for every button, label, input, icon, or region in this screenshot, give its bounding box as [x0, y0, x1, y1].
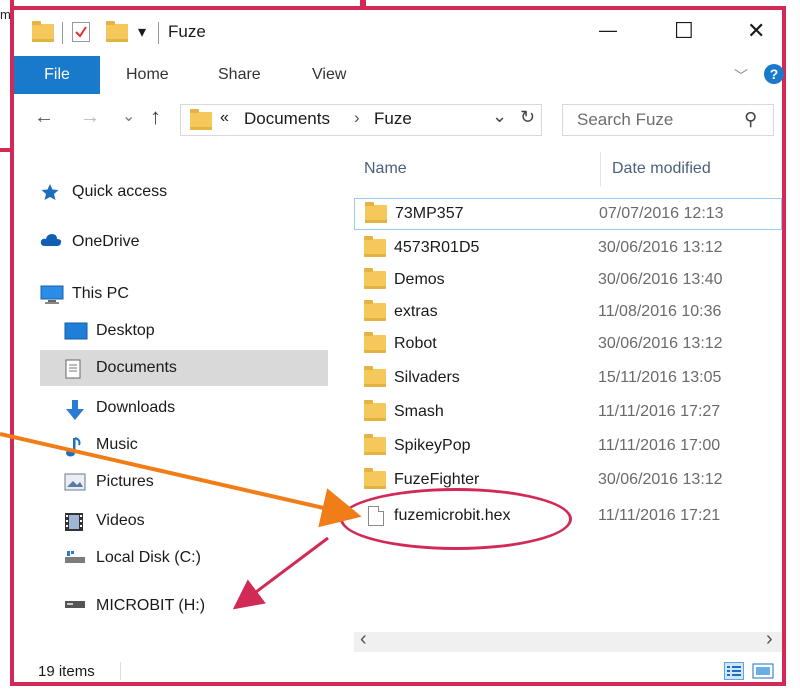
orange-arrow: [0, 432, 362, 528]
annotation-arrows: [0, 432, 362, 610]
pink-arrow: [232, 536, 329, 610]
